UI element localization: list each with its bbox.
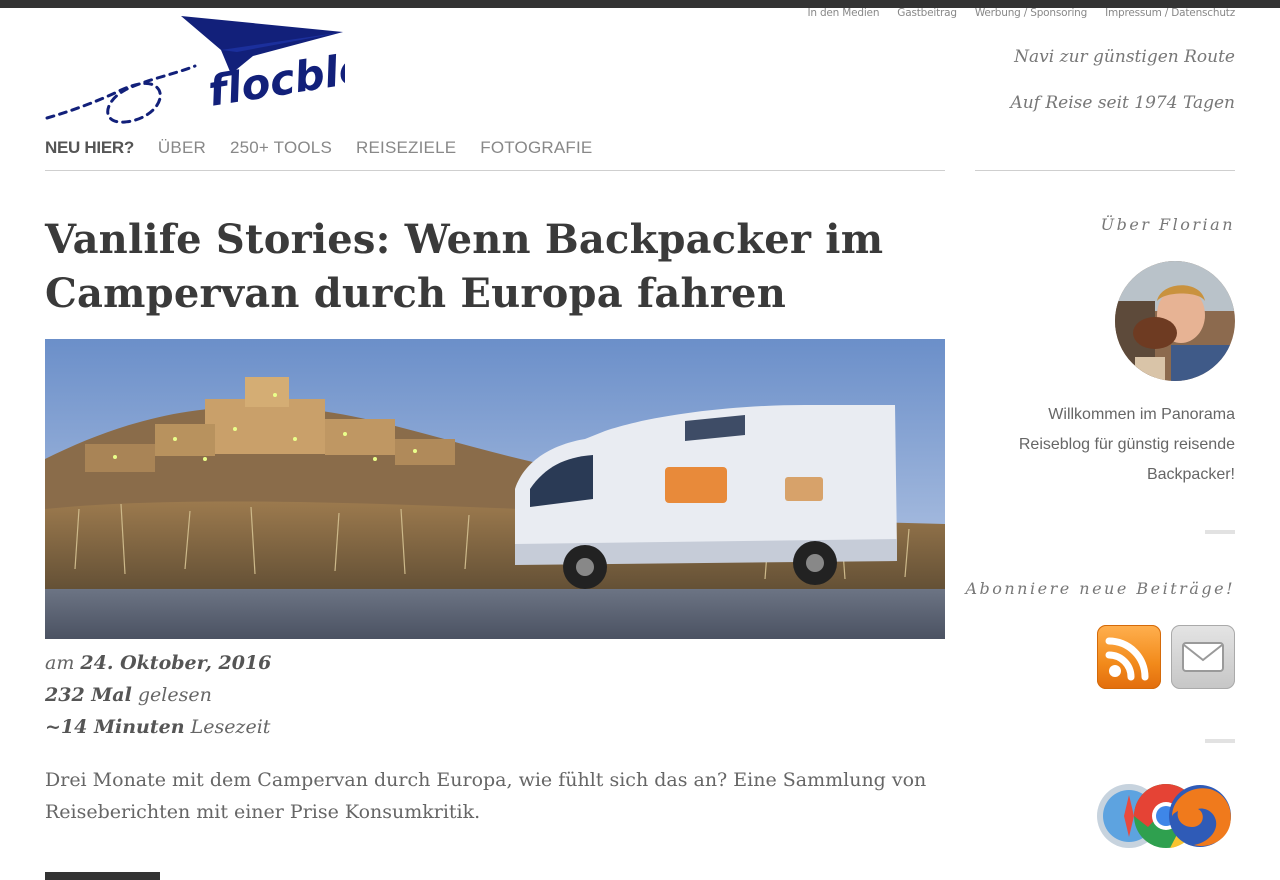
post-reading-time-suffix: Lesezeit [190,716,271,738]
nav-divider [45,170,945,171]
browser-logos [1097,784,1231,848]
sidebar-divider [975,170,1235,171]
author-avatar[interactable] [1115,261,1235,381]
post-hero-image[interactable] [45,339,945,639]
firefox-icon [1169,785,1231,847]
campervan-photo [45,339,945,639]
utility-link-advertising[interactable]: Werbung / Sponsoring [975,7,1087,19]
post-excerpt: Drei Monate mit dem Campervan durch Euro… [45,769,927,823]
post-date: am 24. Oktober, 2016 [45,652,271,674]
welcome-text: Willkommen im Panorama Reiseblog für gün… [1018,406,1235,483]
tagline-route: Navi zur günstigen Route [1014,47,1235,67]
nav-item-destinations[interactable]: REISEZIELE [356,138,456,158]
nav-item-photography[interactable]: FOTOGRAFIE [480,138,592,158]
envelope-glyph-icon [1182,642,1224,672]
post-date-value: 24. Oktober, 2016 [80,652,272,674]
site-logo[interactable]: flocblog [45,12,400,124]
post-views: 232 Mal gelesen [45,684,212,706]
main-nav: NEU HIER? ÜBER 250+ TOOLS REISEZIELE FOT… [45,138,616,158]
nav-item-tools[interactable]: 250+ TOOLS [230,138,332,158]
widget-divider [1205,530,1235,534]
tagline-travel-days: Auf Reise seit 1974 Tagen [1010,93,1235,113]
browser-icons[interactable] [1096,783,1236,849]
utility-link-media[interactable]: In den Medien [807,7,879,19]
nav-item-about[interactable]: ÜBER [158,138,206,158]
post-reading-time-value: ~14 Minuten [45,716,185,738]
post-views-suffix: gelesen [137,684,212,706]
utility-link-imprint[interactable]: Impressum / Datenschutz [1105,7,1235,19]
about-widget-title: Über Florian [1100,215,1235,234]
mail-icon[interactable] [1171,625,1235,689]
utility-link-guest-post[interactable]: Gastbeitrag [897,7,957,19]
avatar-photo [1115,261,1235,381]
widget-divider [1205,739,1235,743]
nav-item-new-here[interactable]: NEU HIER? [45,138,134,158]
post-date-prefix: am [45,652,75,674]
subscribe-widget-title: Abonniere neue Beiträge! [965,579,1235,598]
utility-nav: In den Medien Gastbeitrag Werbung / Spon… [807,7,1235,19]
post-views-value: 232 Mal [45,684,132,706]
post-title[interactable]: Vanlife Stories: Wenn Backpacker im Camp… [45,213,945,321]
rss-icon[interactable] [1097,625,1161,689]
post-reading-time: ~14 Minuten Lesezeit [45,716,270,738]
rss-glyph-icon [1105,637,1149,681]
paper-plane-logo-icon: flocblog [45,16,400,124]
read-more-button[interactable] [45,872,160,880]
